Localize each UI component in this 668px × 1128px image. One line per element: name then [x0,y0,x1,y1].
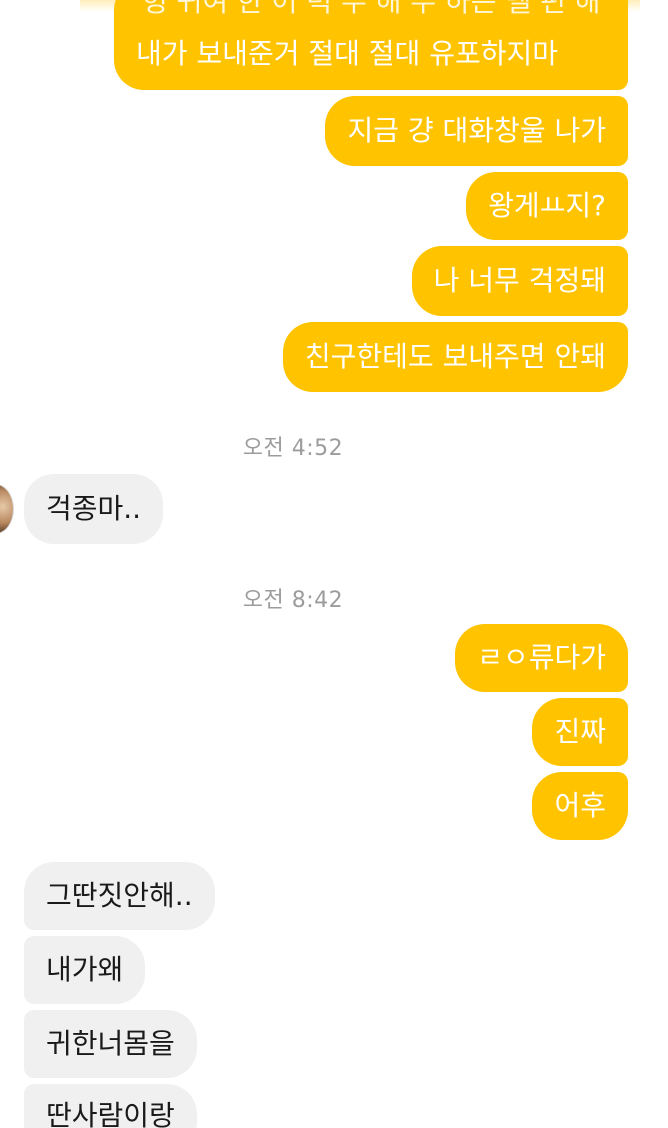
message-text: 왕게ㅛ지? [488,189,606,222]
message-text: 걱종마.. [46,492,142,525]
message-text: 진짜 [554,715,606,748]
message-text: 친구한테도 보내주면 안돼 [304,340,606,373]
message-text: 내가왜 [46,953,124,986]
outgoing-message[interactable]: ㄹㅇ류다가 [455,624,628,692]
outgoing-message[interactable]: 어후 [532,772,628,840]
message-text: 나 너무 걱정돼 [433,264,606,297]
outgoing-message[interactable]: 나 너무 걱정돼 [411,246,628,316]
message-text: 내가 보내준거 절대 절대 유포하지마 [136,37,559,70]
outgoing-message[interactable]: 헝 귀여 한 어 력 우 해 우 하는 델 편 해 내가 보내준거 절대 절대 … [114,0,628,90]
avatar[interactable] [0,484,14,534]
incoming-message[interactable]: 그딴짓안해.. [24,862,215,930]
message-text-cut: 헝 귀여 한 어 력 우 해 우 하는 델 편 해 [142,0,601,18]
message-text: 딴사람이랑 [46,1099,175,1128]
message-text: 귀한너몸을 [46,1027,175,1060]
incoming-message[interactable]: 걱종마.. [24,474,164,544]
chat-area: 헝 귀여 한 어 력 우 해 우 하는 델 편 해 내가 보내준거 절대 절대 … [0,0,668,1128]
message-text: 지금 걍 대화창울 나가 [347,114,606,147]
message-text: 그딴짓안해.. [46,879,193,912]
incoming-message[interactable]: 귀한너몸을 [24,1010,197,1078]
outgoing-message[interactable]: 친구한테도 보내주면 안돼 [282,322,628,392]
timestamp: 오전 4:52 [242,436,344,461]
message-text: ㄹㅇ류다가 [477,641,606,674]
incoming-message[interactable]: 내가왜 [24,936,146,1004]
timestamp: 오전 8:42 [242,588,344,613]
outgoing-message[interactable]: 왕게ㅛ지? [466,172,628,240]
message-text: 어후 [554,789,606,822]
outgoing-message[interactable]: 지금 걍 대화창울 나가 [325,96,628,166]
outgoing-message[interactable]: 진짜 [532,698,628,766]
incoming-message[interactable]: 딴사람이랑 [24,1084,197,1128]
